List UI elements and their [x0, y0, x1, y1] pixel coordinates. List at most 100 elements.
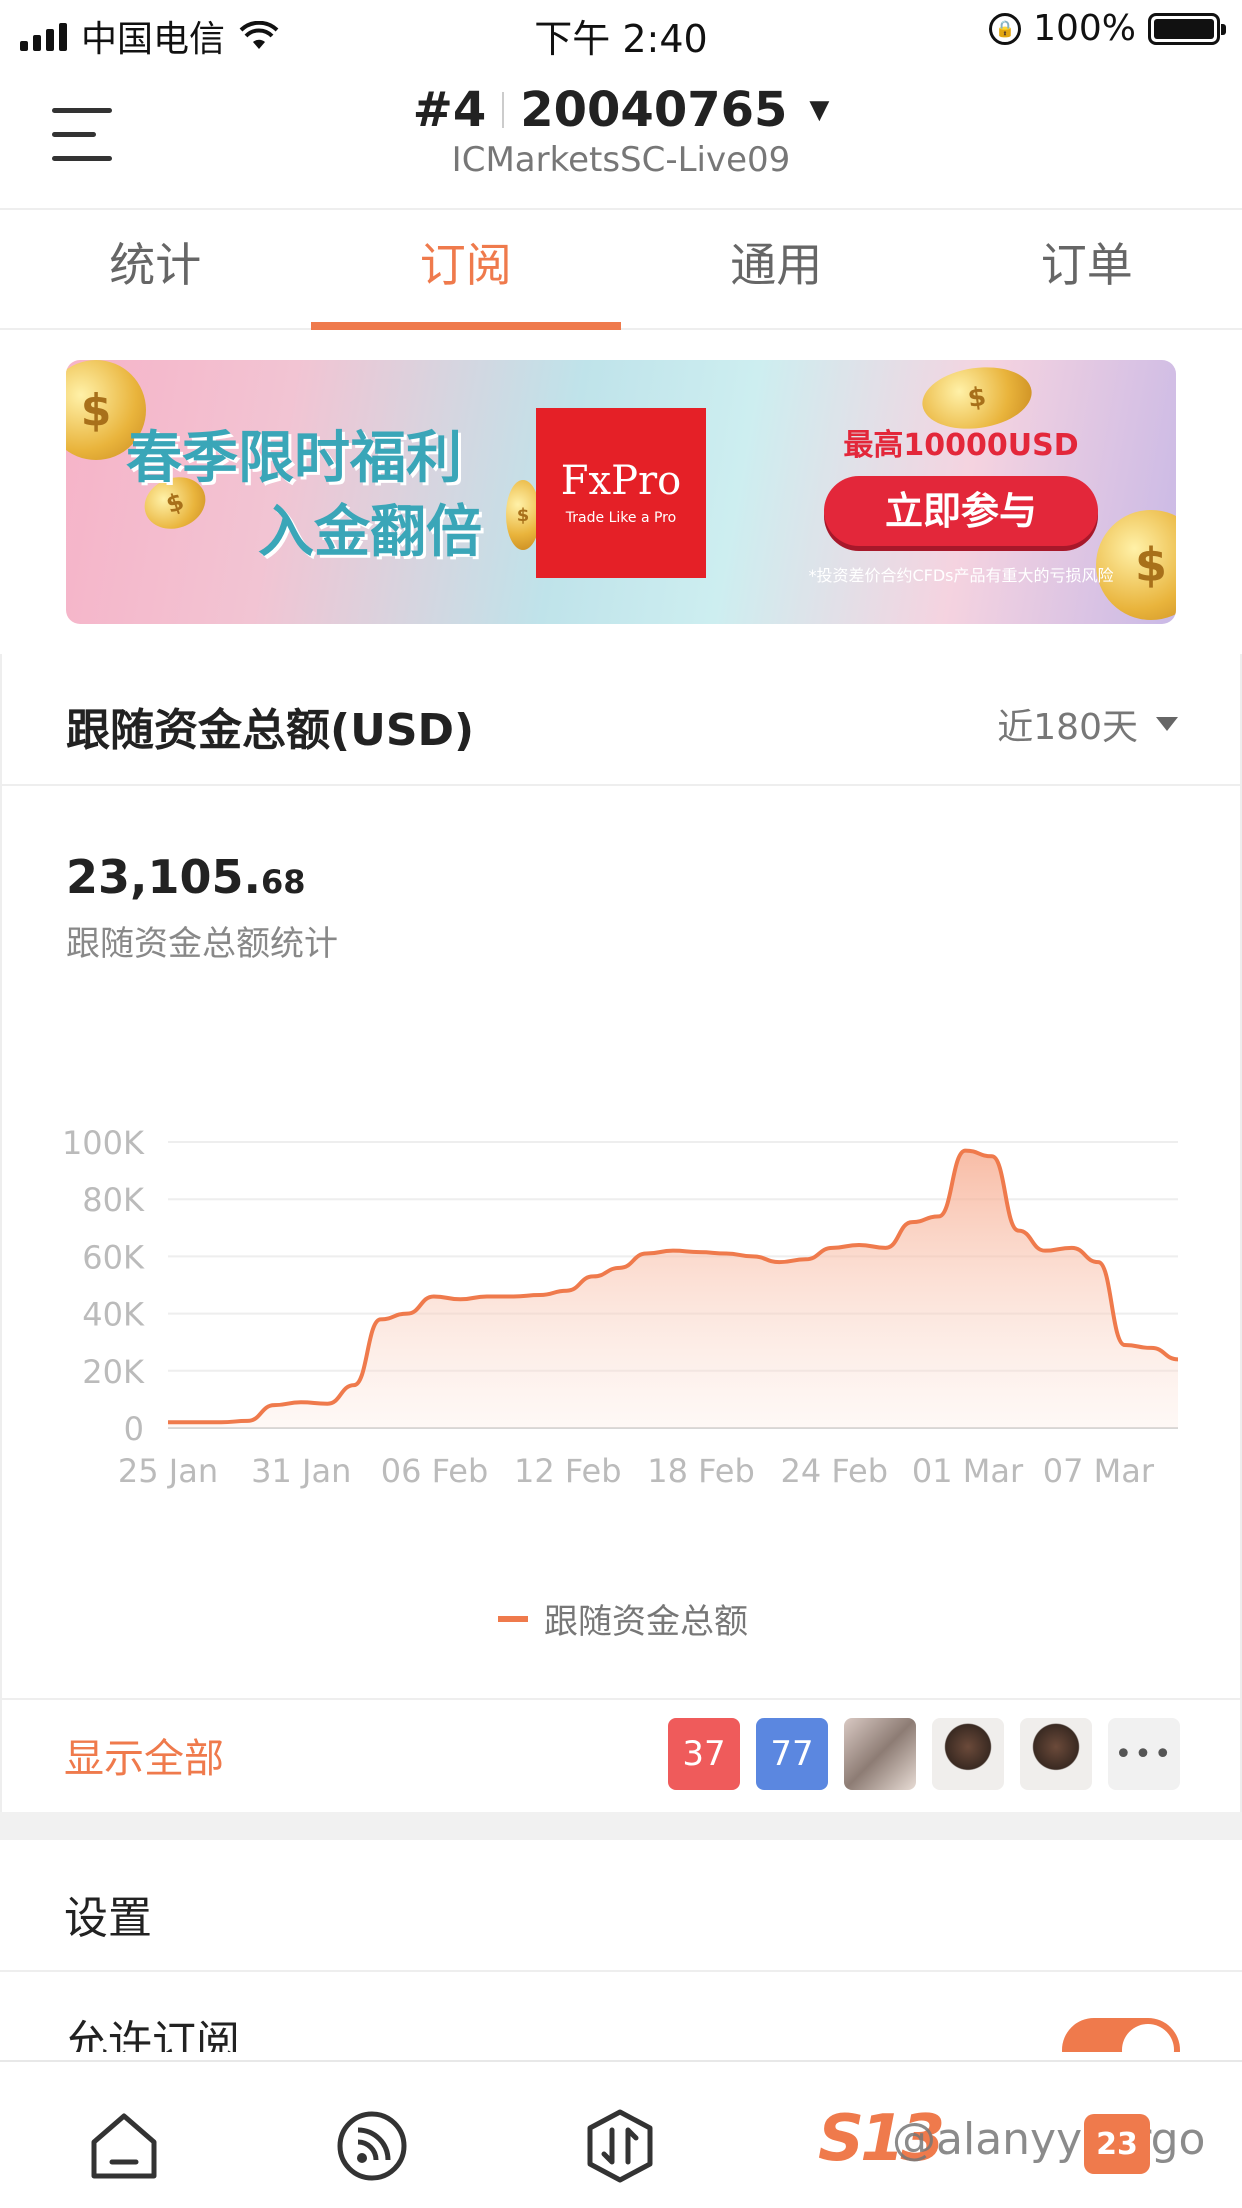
data-point — [644, 1252, 648, 1256]
data-point — [751, 1254, 755, 1258]
y-tick-label: 20K — [82, 1353, 145, 1391]
period-selector[interactable]: 近180天 — [997, 698, 1178, 750]
total-label: 跟随资金总额统计 — [66, 924, 338, 964]
data-point — [193, 1420, 197, 1424]
battery-icon — [1148, 12, 1226, 45]
data-point — [1043, 1249, 1047, 1253]
tab-orders[interactable]: 订单 — [932, 210, 1242, 328]
series-area — [168, 1150, 1178, 1428]
coin-icon: $ — [506, 480, 540, 550]
total-amount: 23,105.68 — [66, 850, 306, 904]
data-point — [1017, 1229, 1021, 1233]
data-point — [352, 1383, 356, 1387]
watermark: @alanyycargo — [892, 2114, 1206, 2165]
x-tick-label: 24 Feb — [780, 1452, 888, 1490]
data-point — [432, 1294, 436, 1298]
data-point — [830, 1246, 834, 1250]
data-point — [272, 1403, 276, 1407]
risk-disclaimer: *投资差价合约CFDs产品有重大的亏损风险 — [808, 566, 1114, 585]
data-point — [777, 1260, 781, 1264]
data-point — [671, 1249, 675, 1253]
x-tick-label: 18 Feb — [647, 1452, 755, 1490]
app-header: #4 20040765 ▼ ICMarketsSC-Live09 — [0, 64, 1242, 210]
chart-legend: 跟随资金总额 — [2, 1594, 1242, 1643]
bottom-nav: S13 @alanyycargo 23 — [0, 2060, 1242, 2208]
follow-funds-card: 跟随资金总额(USD) 近180天 23,105.68 跟随资金总额统计 0 20… — [0, 654, 1242, 1812]
data-point — [1070, 1246, 1074, 1250]
status-bar: 中国电信 下午 2:40 🔒 100% — [0, 0, 1242, 64]
subscribers-row: 显示全部 37 77 ••• — [2, 1698, 1240, 1810]
data-point — [591, 1274, 595, 1278]
subscriber-avatar[interactable]: 77 — [756, 1718, 828, 1790]
account-switcher[interactable]: #4 20040765 ▼ ICMarketsSC-Live09 — [0, 82, 1242, 180]
data-point — [1123, 1343, 1127, 1347]
data-point — [804, 1257, 808, 1261]
y-tick-label: 0 — [124, 1410, 144, 1448]
allow-subscribe-toggle[interactable] — [1062, 2018, 1180, 2052]
x-tick-label: 31 Jan — [251, 1452, 351, 1490]
divider — [502, 92, 505, 128]
battery-percent: 100% — [1033, 8, 1136, 49]
rotation-lock-icon: 🔒 — [989, 12, 1022, 45]
data-point — [910, 1220, 914, 1224]
x-tick-label: 01 Mar — [912, 1452, 1024, 1490]
data-point — [724, 1252, 728, 1256]
data-point — [219, 1420, 223, 1424]
data-point — [325, 1402, 329, 1406]
allow-subscribe-row: 允许订阅 — [0, 1972, 1242, 2052]
account-number: 20040765 — [520, 82, 788, 138]
y-tick-label: 40K — [82, 1296, 145, 1334]
home-icon[interactable] — [84, 2106, 164, 2186]
profile-badge-icon[interactable]: 23 — [1084, 2114, 1150, 2174]
show-all-link[interactable]: 显示全部 — [64, 1726, 224, 1784]
data-point — [937, 1214, 941, 1218]
data-point — [485, 1294, 489, 1298]
data-point — [538, 1293, 542, 1297]
data-point — [166, 1420, 170, 1424]
tab-bar: 统计 订阅 通用 订单 — [0, 210, 1242, 330]
dropdown-arrow-icon — [1156, 717, 1178, 731]
data-point — [405, 1312, 409, 1316]
data-point — [512, 1294, 516, 1298]
data-point — [884, 1246, 888, 1250]
data-point — [458, 1297, 462, 1301]
subscriber-avatar[interactable]: 37 — [668, 1718, 740, 1790]
x-tick-label: 12 Feb — [514, 1452, 622, 1490]
settings-title: 设置 — [64, 1893, 152, 1944]
y-tick-label: 100K — [62, 1124, 145, 1162]
banner-promo: 最高10000USD 立即参与 *投资差价合约CFDs产品有重大的亏损风险 — [796, 420, 1126, 586]
data-point — [1176, 1357, 1180, 1361]
data-point — [565, 1289, 569, 1293]
tab-statistics[interactable]: 统计 — [0, 210, 311, 328]
data-point — [1096, 1260, 1100, 1264]
join-now-button[interactable]: 立即参与 — [824, 476, 1098, 546]
legend-label: 跟随资金总额 — [544, 1602, 748, 1642]
caret-down-icon: ▼ — [809, 95, 830, 125]
subscriber-avatar[interactable] — [844, 1718, 916, 1790]
data-point — [299, 1400, 303, 1404]
data-point — [857, 1243, 861, 1247]
banner-max-amount: 最高10000USD — [843, 428, 1079, 463]
data-point — [246, 1419, 250, 1423]
more-subscribers-button[interactable]: ••• — [1108, 1718, 1180, 1790]
tab-general[interactable]: 通用 — [621, 210, 932, 328]
card-title: 跟随资金总额(USD) — [66, 705, 475, 756]
account-rank: #4 — [412, 82, 487, 138]
data-point — [963, 1149, 967, 1153]
legend-swatch — [498, 1615, 528, 1622]
account-server: ICMarketsSC-Live09 — [451, 140, 791, 180]
subscriber-avatar[interactable] — [932, 1718, 1004, 1790]
signal-feed-icon[interactable] — [332, 2106, 412, 2186]
y-tick-label: 60K — [82, 1238, 145, 1276]
x-tick-label: 06 Feb — [381, 1452, 489, 1490]
subscriber-avatar[interactable] — [1020, 1718, 1092, 1790]
settings-section: 设置 — [0, 1840, 1242, 1972]
promo-banner[interactable]: $ $ $ $ $ 春季限时福利 入金翻倍 FxPro Trade Like a… — [66, 360, 1176, 624]
banner-slogan: 春季限时福利 入金翻倍 — [126, 426, 482, 565]
allow-subscribe-label: 允许订阅 — [64, 2017, 240, 2052]
fxpro-logo: FxPro Trade Like a Pro — [536, 408, 706, 578]
trade-icon[interactable] — [580, 2106, 660, 2186]
tab-subscribe[interactable]: 订阅 — [310, 210, 622, 330]
data-point — [990, 1154, 994, 1158]
period-label: 近180天 — [997, 707, 1138, 748]
